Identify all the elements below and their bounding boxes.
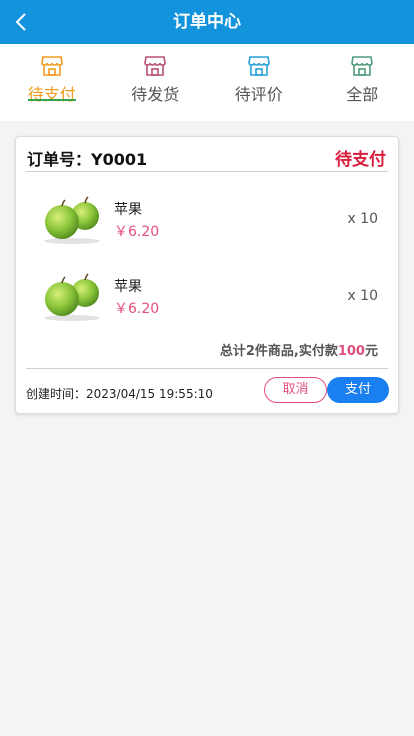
order-item[interactable]: 苹果 ￥6.20 x 10 (26, 262, 388, 334)
tab-pending-shipment[interactable]: 待发货 (104, 44, 208, 121)
green-apples-image (44, 196, 100, 244)
item-quantity: x 10 (347, 211, 378, 227)
item-quantity: x 10 (347, 288, 378, 304)
summary-unit: 元 (364, 344, 378, 359)
divider (26, 368, 388, 369)
order-status: 待支付 (335, 150, 386, 170)
created-value: 2023/04/15 19:55:10 (86, 387, 213, 401)
shop-icon (247, 56, 270, 76)
order-number-label: 订单号： (27, 150, 92, 169)
item-price: ￥6.20 (114, 301, 160, 317)
top-navbar: 订单中心 (0, 0, 414, 44)
order-card: 订单号：Y0001 待支付 苹果 ￥6.20 x 10 苹果 ￥6.20 x 1… (15, 136, 399, 414)
item-name: 苹果 (114, 279, 142, 295)
item-name: 苹果 (114, 202, 142, 218)
green-apples-image (44, 273, 100, 321)
item-price: ￥6.20 (114, 224, 160, 240)
tab-label: 待评价 (234, 85, 283, 104)
order-tabs: 待支付 待发货 待评价 全部 (0, 44, 414, 121)
summary-amount: 100 (337, 344, 365, 359)
tab-label: 全部 (346, 85, 379, 104)
tab-pending-payment[interactable]: 待支付 (0, 44, 104, 121)
tab-label: 待支付 (27, 85, 76, 104)
tab-label: 待发货 (131, 85, 180, 104)
cancel-button[interactable]: 取消 (264, 377, 327, 403)
active-tab-indicator (27, 99, 76, 101)
shop-icon (351, 56, 374, 76)
order-number-value: Y0001 (91, 150, 148, 169)
order-item[interactable]: 苹果 ￥6.20 x 10 (26, 185, 388, 257)
summary-text: 总计2件商品,实付款 (219, 344, 338, 359)
tab-pending-review[interactable]: 待评价 (207, 44, 311, 121)
pay-button[interactable]: 支付 (327, 377, 389, 403)
shop-icon (40, 56, 63, 76)
created-label: 创建时间： (26, 387, 87, 401)
order-summary: 总计2件商品,实付款100元 (220, 340, 378, 359)
order-header: 订单号：Y0001 待支付 (26, 137, 388, 172)
shop-icon (144, 56, 167, 76)
page-title: 订单中心 (173, 12, 241, 32)
tab-all[interactable]: 全部 (311, 44, 414, 121)
order-number: 订单号：Y0001 (27, 146, 147, 170)
created-time: 创建时间：2023/04/15 19:55:10 (26, 385, 213, 402)
